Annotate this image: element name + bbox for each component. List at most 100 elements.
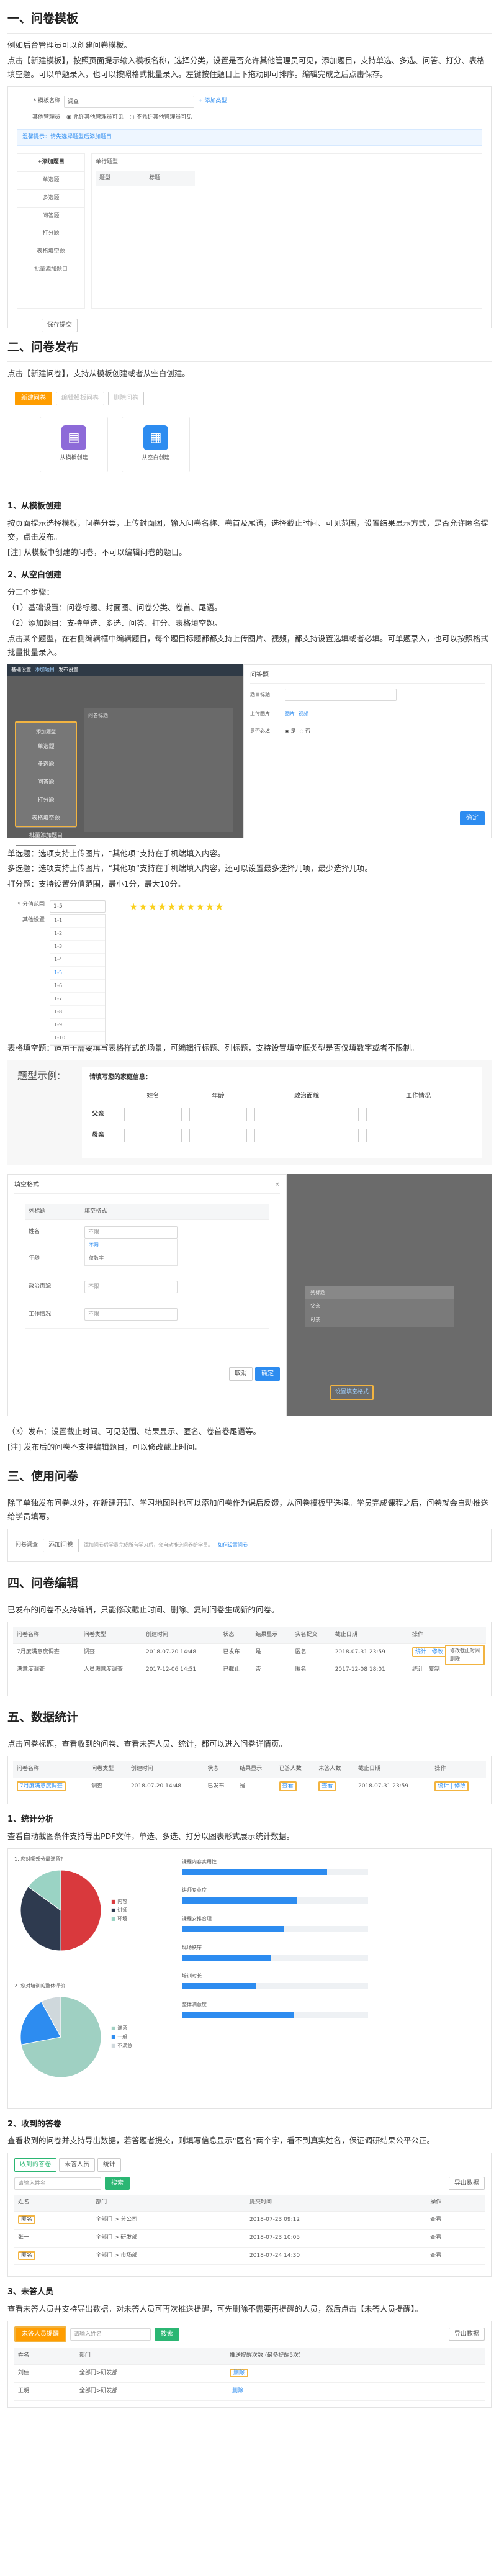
dropdown-option[interactable]: 1-4 [50, 954, 105, 967]
format-select[interactable]: 不限 [84, 1280, 178, 1293]
editor-tab-basic[interactable]: 基础设置 [11, 666, 31, 674]
recv-search-input[interactable]: 请输入姓名 [14, 2177, 101, 2190]
dropdown-option[interactable]: 1-6 [50, 980, 105, 993]
col-header: 姓名 [14, 2195, 92, 2212]
close-icon[interactable]: ✕ [275, 1180, 280, 1191]
fill-format-screenshot: 填空格式 ✕ 列标题 填空格式 姓名 不限 不限 仅数字 年龄 政治面貌 不限 … [7, 1174, 492, 1416]
bar-label: 整体满意度 [182, 2001, 207, 2007]
upload-video-option[interactable]: 视频 [299, 710, 308, 718]
table-cell-input[interactable] [124, 1129, 182, 1142]
dialog-confirm-button[interactable]: 确定 [255, 1367, 280, 1381]
sidebar-add-question[interactable]: +添加题目 [17, 154, 84, 173]
dialog-cancel-button[interactable]: 取消 [229, 1367, 253, 1381]
how-to-set-link[interactable]: 如何设置问卷 [218, 1541, 248, 1550]
format-select[interactable]: 不限 [84, 1308, 178, 1321]
editor-tab-publish[interactable]: 发布设置 [58, 666, 78, 674]
delete-survey-button[interactable]: 删除问卷 [108, 392, 144, 405]
remind-unanswered-button[interactable]: 未答人员提醒 [14, 2326, 66, 2343]
new-survey-button[interactable]: 新建问卷 [15, 392, 52, 405]
dropdown-option[interactable]: 1-10 [50, 1032, 105, 1046]
upload-image-option[interactable]: 图片 [285, 710, 295, 718]
view-unanswered-link[interactable]: 查看 [318, 1781, 336, 1791]
popup-change-deadline[interactable]: 修改截止时间 [450, 1647, 480, 1655]
received-desc: 查看收到的问卷并支持导出数据，若答题者提交，则填写信息显示“匿名”两个字，看不到… [7, 2136, 434, 2146]
radio-allow[interactable]: ◉ 允许其他管理员可见 [66, 113, 124, 123]
delete-person-link[interactable]: 删除 [230, 2388, 246, 2394]
dropdown-option[interactable]: 1-3 [50, 941, 105, 954]
table-cell-input[interactable] [366, 1129, 470, 1142]
table-row: 匿名 全部门 > 分公司 2018-07-23 09:12 查看 [14, 2211, 485, 2230]
create-blank-card[interactable]: ▦ 从空白创建 [122, 416, 190, 472]
tab-stats[interactable]: 统计 [97, 2158, 121, 2172]
editor-type-score[interactable]: 打分题 [16, 792, 76, 810]
editor-type-single[interactable]: 单选题 [16, 739, 76, 757]
side-col-head: 列标题 [305, 1286, 454, 1299]
view-answered-link[interactable]: 查看 [279, 1781, 297, 1791]
save-button[interactable]: 保存提交 [42, 319, 78, 332]
survey-title-link[interactable]: 7月度满意度调查 [13, 1643, 80, 1662]
editor-tab-questions[interactable]: 添加题目 [35, 666, 55, 674]
table-cell-input[interactable] [366, 1108, 470, 1121]
dropdown-option[interactable]: 1-8 [50, 1006, 105, 1019]
survey-title-link[interactable]: 满意度调查 [13, 1661, 80, 1680]
dropdown-option[interactable]: 1-1 [50, 915, 105, 928]
section-title-edit: 四、问卷编辑 [7, 1573, 492, 1598]
unans-export-button[interactable]: 导出数据 [449, 2327, 485, 2341]
table-cell-input[interactable] [189, 1108, 247, 1121]
editor-type-table[interactable]: 表格填空题 [16, 810, 76, 828]
sidebar-item-multiple[interactable]: 多选题 [17, 190, 84, 208]
sub-title-received: 2、收到的答卷 [7, 2119, 62, 2129]
editor-type-multiple[interactable]: 多选题 [16, 756, 76, 774]
col-header: 部门 [92, 2195, 246, 2212]
tab-unanswered[interactable]: 未答人员 [59, 2158, 95, 2172]
template-name-input[interactable]: 调查 [64, 95, 194, 108]
popup-delete[interactable]: 删除 [450, 1655, 480, 1663]
sidebar-item-table[interactable]: 表格填空题 [17, 243, 84, 261]
dropdown-option[interactable]: 1-5 [50, 967, 105, 980]
panel-confirm-button[interactable]: 确定 [460, 811, 485, 825]
row-actions[interactable]: 统计 | 修改 [434, 1781, 469, 1791]
bar-track [182, 1982, 368, 1989]
format-option[interactable]: 仅数字 [85, 1252, 178, 1266]
create-from-template-card[interactable]: ▤ 从模板创建 [40, 416, 108, 472]
unans-search-input[interactable]: 请输入姓名 [70, 2328, 151, 2341]
sidebar-item-batch[interactable]: 批量添加题目 [17, 261, 84, 279]
radio-disallow[interactable]: ○ 不允许其他管理员可见 [130, 113, 192, 123]
sidebar-item-answer[interactable]: 问答题 [17, 208, 84, 226]
sidebar-item-single[interactable]: 单选题 [17, 172, 84, 190]
col-header: 操作 [431, 1761, 486, 1778]
view-answer-link[interactable]: 查看 [426, 2229, 485, 2248]
recv-search-button[interactable]: 搜索 [105, 2176, 130, 2190]
add-category-link[interactable]: + 添加类型 [198, 97, 227, 107]
required-no[interactable]: ○ 否 [300, 727, 311, 736]
tab-received[interactable]: 收到的答卷 [14, 2158, 56, 2172]
editor-type-answer[interactable]: 问答题 [16, 774, 76, 792]
table-cell-input[interactable] [124, 1108, 182, 1121]
bar-fill [182, 1868, 327, 1875]
survey-title-link[interactable]: 7月度满意度调查 [17, 1781, 66, 1791]
delete-person-link[interactable]: 删除 [230, 2369, 249, 2378]
score-range-select[interactable]: 1-5 [50, 900, 106, 913]
dropdown-option[interactable]: 1-9 [50, 1019, 105, 1033]
dialog-row-label: 姓名 [25, 1219, 81, 1245]
table-cell-input[interactable] [254, 1108, 359, 1121]
view-answer-link[interactable]: 查看 [426, 2211, 485, 2230]
table-cell-input[interactable] [189, 1129, 247, 1142]
field-title-input[interactable] [285, 689, 397, 701]
required-yes[interactable]: ◉ 是 [285, 727, 296, 736]
dropdown-option[interactable]: 1-7 [50, 993, 105, 1006]
recv-export-button[interactable]: 导出数据 [449, 2176, 485, 2190]
format-option[interactable]: 不限 [85, 1239, 178, 1253]
view-answer-link[interactable]: 查看 [426, 2247, 485, 2266]
add-survey-button[interactable]: 添加问卷 [43, 1539, 79, 1552]
question-type-label: 单行题型 [96, 159, 119, 166]
anonymous-name: 匿名 [18, 2215, 36, 2224]
dropdown-option[interactable]: 1-2 [50, 928, 105, 941]
table-cell-input[interactable] [254, 1129, 359, 1142]
set-fill-format-link[interactable]: 设置填空格式 [330, 1385, 374, 1400]
editor-type-batch[interactable]: 批量添加题目 [16, 828, 76, 846]
sidebar-item-score[interactable]: 打分题 [17, 225, 84, 244]
unans-search-button[interactable]: 搜索 [155, 2327, 179, 2341]
format-select[interactable]: 不限 [84, 1226, 178, 1239]
edit-template-survey-button[interactable]: 编辑模板问卷 [56, 392, 104, 405]
